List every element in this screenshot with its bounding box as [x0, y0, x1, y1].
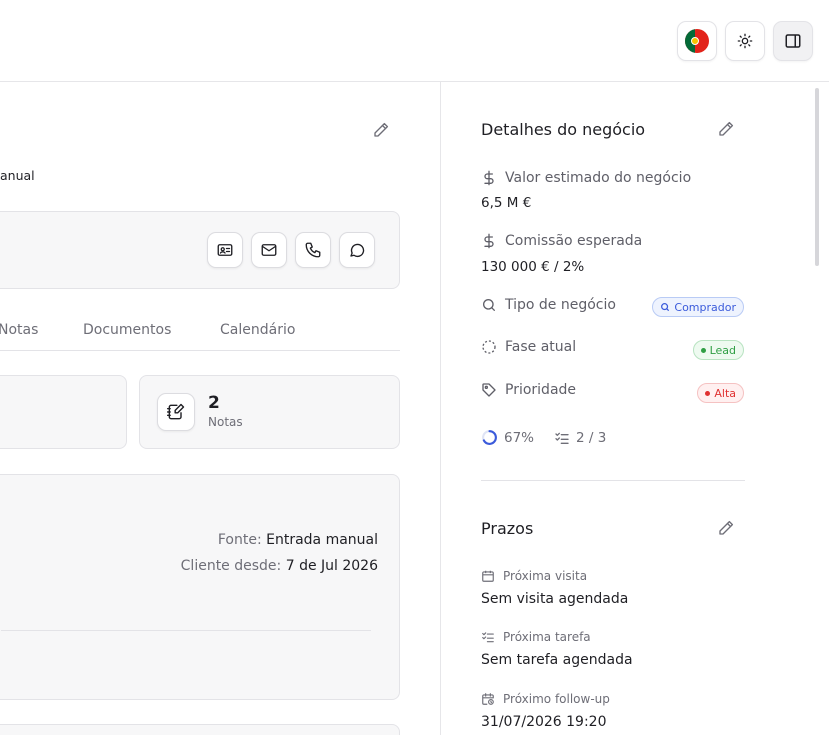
estimated-value: 6,5 M € [481, 195, 532, 211]
notes-stat-icon-box [157, 393, 195, 431]
sidebar-panel-icon [784, 32, 802, 50]
priority-badge-text: Alta [714, 386, 736, 400]
next-task-value: Sem tarefa agendada [481, 652, 633, 668]
progress-percent: 67% [504, 429, 535, 446]
contact-card [0, 211, 400, 289]
deadlines-title: Prazos [481, 519, 534, 538]
source-value: Entrada manual [266, 532, 378, 548]
chat-icon [348, 241, 366, 259]
edit-header-button[interactable] [372, 121, 390, 139]
mail-icon [260, 241, 278, 259]
phase-row: Fase atual [481, 339, 576, 355]
portugal-flag-icon [685, 29, 709, 53]
client-since-value: 7 de Jul 2026 [285, 558, 378, 574]
pencil-icon [717, 120, 735, 138]
pencil-icon [372, 121, 390, 139]
section-divider [481, 480, 745, 481]
tabs-divider [0, 350, 400, 351]
next-followup-label: Próximo follow-up [503, 692, 610, 706]
source-text-partial: anual [0, 168, 35, 183]
sun-icon [737, 33, 753, 49]
deal-type-row: Tipo de negócio [481, 297, 616, 313]
next-visit-row: Próxima visita [481, 569, 587, 583]
dollar-icon [481, 170, 497, 186]
next-task-row: Próxima tarefa [481, 630, 591, 644]
deal-details-title: Detalhes do negócio [481, 120, 646, 139]
scrollbar-thumb[interactable] [815, 88, 819, 266]
tab-documents[interactable]: Documentos [83, 322, 171, 338]
estimated-value-label: Valor estimado do negócio [505, 170, 692, 186]
checklist-icon [554, 430, 570, 446]
progress-ring-icon [481, 429, 498, 446]
deal-type-badge-text: Comprador [674, 300, 736, 314]
calendar-clock-icon [481, 692, 495, 706]
calendar-icon [481, 569, 495, 583]
next-visit-label: Próxima visita [503, 569, 588, 583]
pencil-icon [717, 519, 735, 537]
priority-row: Prioridade [481, 382, 576, 398]
notes-count: 2 [208, 393, 220, 413]
notes-stat-label: Notas [208, 415, 243, 429]
tag-icon [481, 382, 497, 398]
search-icon [660, 302, 670, 312]
stat-card [0, 375, 127, 449]
next-visit-value: Sem visita agendada [481, 591, 629, 607]
dollar-icon [481, 233, 497, 249]
next-card [0, 724, 400, 735]
tasks-count: 2 / 3 [576, 429, 607, 446]
notes-stat-card[interactable]: 2 Notas [139, 375, 400, 449]
email-button[interactable] [251, 232, 287, 268]
commission-value: 130 000 € / 2% [481, 259, 585, 275]
commission-label: Comissão esperada [505, 233, 643, 249]
status-dot [705, 390, 711, 396]
status-dot [700, 347, 706, 353]
priority-label: Prioridade [505, 382, 577, 398]
deal-type-badge: Comprador [652, 297, 744, 317]
next-task-label: Próxima tarefa [503, 630, 591, 644]
commission-row: Comissão esperada [481, 233, 642, 249]
checklist-icon [481, 630, 495, 644]
edit-deal-button[interactable] [717, 120, 735, 138]
notebook-pen-icon [166, 402, 186, 422]
client-since-label: Cliente desde: [180, 558, 282, 574]
phase-label: Fase atual [505, 339, 577, 355]
phone-button[interactable] [295, 232, 331, 268]
tab-notes[interactable]: Notas [0, 322, 38, 338]
client-info-card: Fonte: Entrada manual Cliente desde: 7 d… [0, 474, 400, 700]
language-button[interactable] [677, 21, 717, 61]
source-row: Fonte: Entrada manual [218, 532, 378, 548]
phone-icon [304, 241, 322, 259]
message-button[interactable] [339, 232, 375, 268]
search-icon [481, 297, 497, 313]
contact-card-button[interactable] [207, 232, 243, 268]
next-followup-row: Próximo follow-up [481, 692, 610, 706]
progress-row: 67% 2 / 3 [481, 429, 606, 446]
phase-badge: Lead [692, 340, 744, 360]
edit-deadlines-button[interactable] [717, 519, 735, 537]
source-label: Fonte: [217, 532, 262, 548]
tab-calendar[interactable]: Calendário [220, 322, 295, 338]
theme-toggle-button[interactable] [725, 21, 765, 61]
phase-badge-text: Lead [709, 343, 736, 357]
top-bar [0, 0, 829, 82]
dashed-circle-icon [481, 339, 497, 355]
info-divider [1, 630, 371, 631]
client-since-row: Cliente desde: 7 de Jul 2026 [181, 558, 378, 574]
deal-details-panel: Detalhes do negócio Valor estimado do ne… [440, 82, 829, 735]
left-pane: anual Notas Documentos Calendário 2 Nota… [0, 82, 441, 735]
next-followup-value: 31/07/2026 19:20 [481, 714, 607, 730]
sidebar-toggle-button[interactable] [773, 21, 813, 61]
id-card-icon [216, 241, 234, 259]
deal-type-label: Tipo de negócio [505, 297, 616, 313]
estimated-value-row: Valor estimado do negócio [481, 170, 691, 186]
priority-badge: Alta [697, 383, 744, 403]
